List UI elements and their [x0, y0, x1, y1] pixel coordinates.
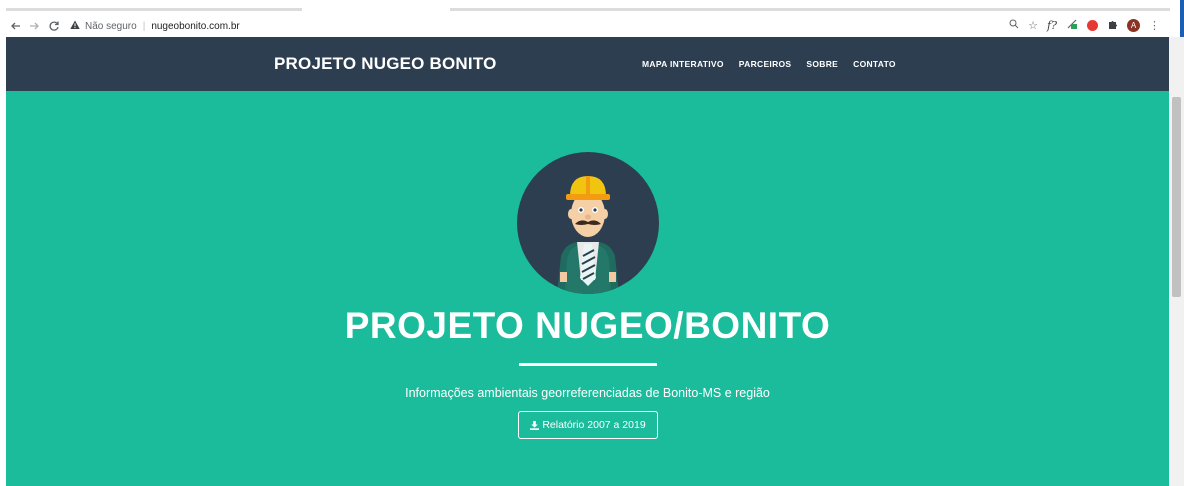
menu-item-sobre[interactable]: SOBRE [806, 59, 838, 69]
report-button-label: Relatório 2007 a 2019 [542, 419, 646, 431]
reload-icon[interactable] [46, 18, 62, 34]
hero-section: PROJETO NUGEO/BONITO Informações ambient… [6, 91, 1169, 486]
address-bar[interactable]: Não seguro | nugeobonito.com.br [66, 17, 1006, 35]
page-viewport: PROJETO NUGEO BONITO MAPA INTERATIVO PAR… [6, 37, 1169, 486]
site-brand[interactable]: PROJETO NUGEO BONITO [274, 54, 497, 74]
menu-item-contato[interactable]: CONTATO [853, 59, 896, 69]
star-icon[interactable]: ☆ [1028, 19, 1038, 32]
hero-subtitle: Informações ambientais georreferenciadas… [405, 386, 770, 400]
window-edge-accent [1180, 0, 1184, 38]
hero-divider [519, 363, 657, 366]
site-navbar: PROJETO NUGEO BONITO MAPA INTERATIVO PAR… [6, 37, 1169, 91]
browser-toolbar: Não seguro | nugeobonito.com.br ☆ f? A ⋮ [0, 15, 1180, 37]
browser-extension-tray: ☆ f? A ⋮ [1009, 18, 1160, 33]
menu-item-parceiros[interactable]: PARCEIROS [739, 59, 792, 69]
tab-indicator-secondary [450, 8, 1170, 11]
page-scrollbar[interactable] [1169, 37, 1184, 486]
site-menu: MAPA INTERATIVO PARCEIROS SOBRE CONTATO [642, 59, 896, 69]
back-icon[interactable] [8, 18, 24, 34]
puzzle-icon[interactable] [1107, 19, 1118, 33]
engineer-avatar-icon [517, 152, 659, 294]
browser-tab-strip [0, 0, 1184, 15]
tab-indicator [6, 8, 302, 11]
report-download-button[interactable]: Relatório 2007 a 2019 [518, 411, 658, 439]
menu-item-mapa-interativo[interactable]: MAPA INTERATIVO [642, 59, 724, 69]
scrollbar-thumb[interactable] [1172, 97, 1181, 297]
menu-dots-icon[interactable]: ⋮ [1149, 19, 1160, 32]
red-extension-icon[interactable] [1087, 20, 1098, 31]
address-separator: | [142, 20, 146, 32]
profile-avatar[interactable]: A [1127, 19, 1140, 32]
warning-icon[interactable] [70, 20, 80, 33]
zoom-icon[interactable] [1009, 19, 1019, 32]
security-status-label[interactable]: Não seguro [85, 21, 137, 32]
forward-icon[interactable] [26, 18, 42, 34]
url-text[interactable]: nugeobonito.com.br [151, 21, 239, 32]
fx-extension-icon[interactable]: f? [1047, 19, 1057, 32]
hero-title: PROJETO NUGEO/BONITO [344, 305, 831, 346]
green-extension-icon[interactable] [1066, 18, 1078, 33]
download-icon [530, 420, 540, 430]
